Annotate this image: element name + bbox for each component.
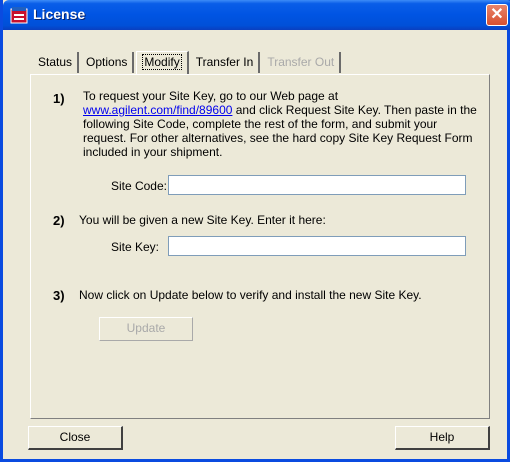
app-icon — [10, 7, 28, 24]
site-code-field[interactable] — [168, 175, 466, 195]
tab-transfer-in[interactable]: Transfer In — [191, 52, 261, 73]
license-window: License ✕ Status Options Modify Transfer… — [0, 0, 510, 462]
tab-status[interactable]: Status — [33, 52, 80, 73]
step-1-number: 1) — [53, 91, 65, 106]
site-key-field[interactable] — [168, 236, 466, 256]
step-3-text: Now click on Update below to verify and … — [79, 288, 422, 302]
step-1-intro: To request your Site Key, go to our Web … — [83, 89, 339, 103]
tab-modify-label: Modify — [142, 54, 182, 70]
step-1-text: To request your Site Key, go to our Web … — [83, 89, 478, 159]
modify-panel: 1) To request your Site Key, go to our W… — [30, 74, 490, 419]
tab-options[interactable]: Options — [81, 52, 135, 73]
step-2-number: 2) — [53, 213, 65, 228]
step-2-text: You will be given a new Site Key. Enter … — [79, 213, 326, 227]
step-3-number: 3) — [53, 288, 65, 303]
tab-modify[interactable]: Modify — [136, 51, 189, 74]
site-key-link[interactable]: www.agilent.com/find/89600 — [83, 103, 232, 117]
close-button[interactable]: Close — [28, 426, 123, 450]
tab-strip: Status Options Modify Transfer In Transf… — [33, 51, 343, 74]
tab-transfer-out: Transfer Out — [262, 52, 342, 73]
update-button: Update — [99, 317, 193, 341]
window-close-button[interactable]: ✕ — [486, 4, 508, 26]
site-key-label: Site Key: — [110, 240, 159, 254]
title-bar[interactable]: License ✕ — [3, 0, 510, 30]
close-icon: ✕ — [490, 6, 504, 23]
help-button[interactable]: Help — [395, 426, 490, 450]
site-code-label: Site Code: — [110, 179, 167, 193]
window-title: License — [33, 6, 86, 22]
